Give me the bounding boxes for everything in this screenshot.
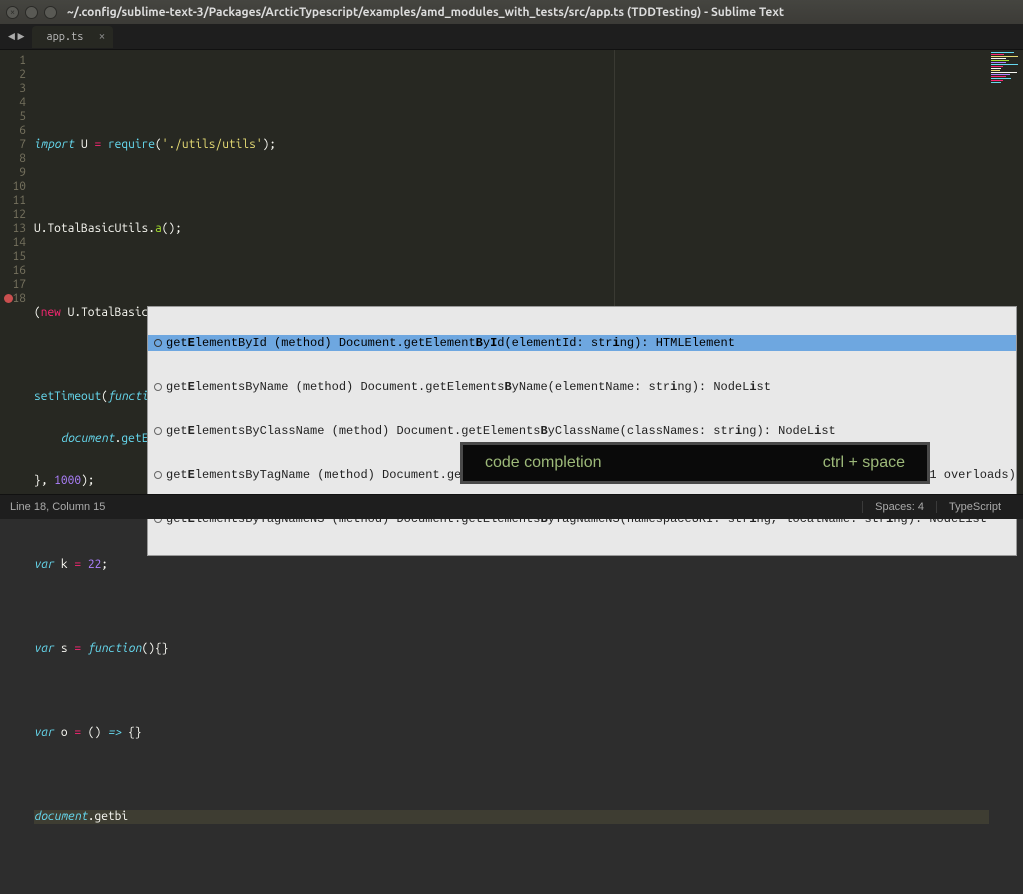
error-gutter-icon[interactable] [4, 294, 13, 303]
status-language[interactable]: TypeScript [936, 501, 1013, 513]
status-cursor-position[interactable]: Line 18, Column 15 [10, 501, 105, 513]
line-number: 13 [0, 222, 26, 236]
tab-label: app.ts [46, 31, 83, 43]
line-number: 5 [0, 110, 26, 124]
line-number: 6 [0, 124, 26, 138]
hint-overlay: code completion ctrl + space [460, 442, 930, 484]
completion-kind-icon [154, 339, 162, 347]
completion-item[interactable]: getElementById (method) Document.getElem… [148, 335, 1016, 351]
line-number: 16 [0, 264, 26, 278]
minimize-window-button[interactable] [25, 6, 38, 19]
close-window-button[interactable]: × [6, 6, 19, 19]
tab-close-icon[interactable]: × [99, 30, 106, 43]
window-title: ~/.config/sublime-text-3/Packages/Arctic… [67, 6, 784, 19]
tab-bar: ◄ ► app.ts × [0, 24, 1023, 50]
line-number: 7 [0, 138, 26, 152]
line-number: 15 [0, 250, 26, 264]
gutter: 1 2 3 4 5 6 7 8 9 10 11 12 13 14 15 16 1… [0, 50, 34, 494]
window-controls: × [6, 6, 57, 19]
completion-kind-icon [154, 427, 162, 435]
line-number: 14 [0, 236, 26, 250]
completion-kind-icon [154, 383, 162, 391]
hint-shortcut: ctrl + space [823, 454, 905, 472]
hint-label: code completion [485, 454, 602, 472]
nav-back-icon[interactable]: ◄ [8, 30, 15, 44]
line-number: 1 [0, 54, 26, 68]
line-number: 12 [0, 208, 26, 222]
completion-item[interactable]: getElementsByName (method) Document.getE… [148, 379, 1016, 395]
nav-forward-icon[interactable]: ► [17, 30, 24, 44]
line-number: 9 [0, 166, 26, 180]
status-bar: Line 18, Column 15 Spaces: 4 TypeScript [0, 494, 1023, 519]
tab-app-ts[interactable]: app.ts × [32, 26, 113, 48]
editor[interactable]: 1 2 3 4 5 6 7 8 9 10 11 12 13 14 15 16 1… [0, 50, 1023, 494]
nav-arrows: ◄ ► [0, 30, 32, 44]
line-number: 17 [0, 278, 26, 292]
line-number: 3 [0, 82, 26, 96]
code-area[interactable]: import U = require('./utils/utils'); U.T… [34, 50, 989, 494]
line-number: 2 [0, 68, 26, 82]
line-number: 10 [0, 180, 26, 194]
line-number: 4 [0, 96, 26, 110]
completion-item[interactable]: getElementsByClassName (method) Document… [148, 423, 1016, 439]
line-number: 11 [0, 194, 26, 208]
window-titlebar: × ~/.config/sublime-text-3/Packages/Arct… [0, 0, 1023, 24]
maximize-window-button[interactable] [44, 6, 57, 19]
status-indent[interactable]: Spaces: 4 [862, 501, 936, 513]
line-number: 8 [0, 152, 26, 166]
completion-kind-icon [154, 471, 162, 479]
